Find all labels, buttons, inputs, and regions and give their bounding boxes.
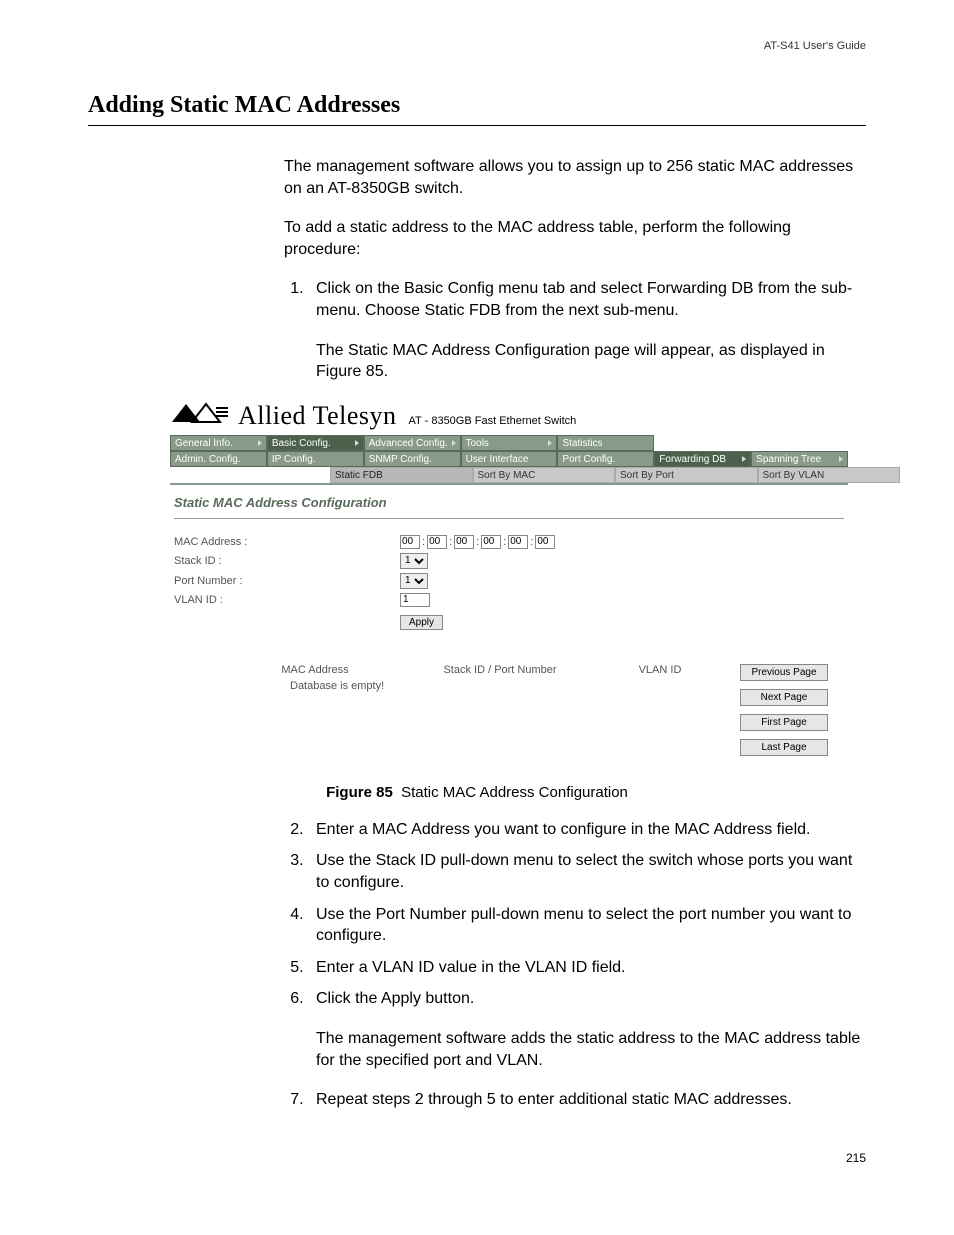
vlan-id-input[interactable] bbox=[400, 593, 430, 607]
tab-port-config[interactable]: Port Config. bbox=[557, 451, 654, 467]
figure-caption-text: Static MAC Address Configuration bbox=[401, 784, 628, 801]
mac-address-label: MAC Address : bbox=[174, 536, 400, 548]
header-guide: AT-S41 User's Guide bbox=[88, 40, 866, 52]
logo-subtitle: AT - 8350GB Fast Ethernet Switch bbox=[409, 415, 577, 427]
next-page-button[interactable]: Next Page bbox=[740, 689, 828, 706]
tab-static-fdb[interactable]: Static FDB bbox=[330, 467, 473, 483]
allied-telesyn-logo-icon bbox=[170, 402, 230, 424]
tab-sort-by-vlan[interactable]: Sort By VLAN bbox=[758, 467, 901, 483]
figure-caption: Figure 85 Static MAC Address Configurati… bbox=[88, 784, 866, 801]
col-mac-address: MAC Address bbox=[230, 664, 400, 676]
step-4: Use the Port Number pull-down menu to se… bbox=[308, 904, 866, 947]
mac-byte-2[interactable] bbox=[427, 535, 447, 549]
port-number-label: Port Number : bbox=[174, 575, 400, 587]
stack-id-label: Stack ID : bbox=[174, 555, 400, 567]
previous-page-button[interactable]: Previous Page bbox=[740, 664, 828, 681]
apply-button[interactable]: Apply bbox=[400, 615, 443, 630]
panel-rule bbox=[174, 518, 844, 519]
step-6-note: The management software adds the static … bbox=[316, 1028, 866, 1071]
vlan-id-label: VLAN ID : bbox=[174, 594, 400, 606]
mac-byte-3[interactable] bbox=[454, 535, 474, 549]
col-stack-port: Stack ID / Port Number bbox=[400, 664, 600, 676]
page-number: 215 bbox=[88, 1151, 866, 1165]
mac-byte-1[interactable] bbox=[400, 535, 420, 549]
tab-sort-by-mac[interactable]: Sort By MAC bbox=[473, 467, 616, 483]
tab-forwarding-db[interactable]: Forwarding DB bbox=[654, 451, 751, 467]
tab-ip-config[interactable]: IP Config. bbox=[267, 451, 364, 467]
step-5: Enter a VLAN ID value in the VLAN ID fie… bbox=[308, 957, 866, 979]
step-2: Enter a MAC Address you want to configur… bbox=[308, 819, 866, 841]
tab-snmp-config[interactable]: SNMP Config. bbox=[364, 451, 461, 467]
tab-basic-config[interactable]: Basic Config. bbox=[267, 435, 364, 451]
first-page-button[interactable]: First Page bbox=[740, 714, 828, 731]
panel-title: Static MAC Address Configuration bbox=[170, 491, 848, 518]
step-3: Use the Stack ID pull-down menu to selec… bbox=[308, 850, 866, 893]
tab-user-interface[interactable]: User Interface bbox=[461, 451, 558, 467]
step-7: Repeat steps 2 through 5 to enter additi… bbox=[308, 1089, 866, 1111]
last-page-button[interactable]: Last Page bbox=[740, 739, 828, 756]
tab-general-info[interactable]: General Info. bbox=[170, 435, 267, 451]
tab-statistics[interactable]: Statistics bbox=[557, 435, 654, 451]
mac-byte-4[interactable] bbox=[481, 535, 501, 549]
tab-admin-config[interactable]: Admin. Config. bbox=[170, 451, 267, 467]
tab-advanced-config[interactable]: Advanced Config. bbox=[364, 435, 461, 451]
intro-p2: To add a static address to the MAC addre… bbox=[284, 217, 866, 260]
figure-screenshot: Allied Telesyn AT - 8350GB Fast Ethernet… bbox=[170, 401, 848, 764]
logo-text: Allied Telesyn bbox=[238, 401, 397, 431]
mac-byte-5[interactable] bbox=[508, 535, 528, 549]
step-1: Click on the Basic Config menu tab and s… bbox=[308, 278, 866, 321]
tab-tools[interactable]: Tools bbox=[461, 435, 558, 451]
mac-byte-6[interactable] bbox=[535, 535, 555, 549]
page-title: Adding Static MAC Addresses bbox=[88, 92, 866, 119]
step-6: Click the Apply button. bbox=[308, 988, 866, 1010]
stack-id-select[interactable]: 1 bbox=[400, 553, 428, 569]
port-number-select[interactable]: 1 bbox=[400, 573, 428, 589]
step-1-note: The Static MAC Address Configuration pag… bbox=[316, 340, 866, 383]
tab-sort-by-port[interactable]: Sort By Port bbox=[615, 467, 758, 483]
intro-p1: The management software allows you to as… bbox=[284, 156, 866, 199]
col-vlan-id: VLAN ID bbox=[600, 664, 720, 676]
tab-spanning-tree[interactable]: Spanning Tree bbox=[751, 451, 848, 467]
heading-rule bbox=[88, 125, 866, 126]
figure-label: Figure 85 bbox=[326, 784, 393, 801]
